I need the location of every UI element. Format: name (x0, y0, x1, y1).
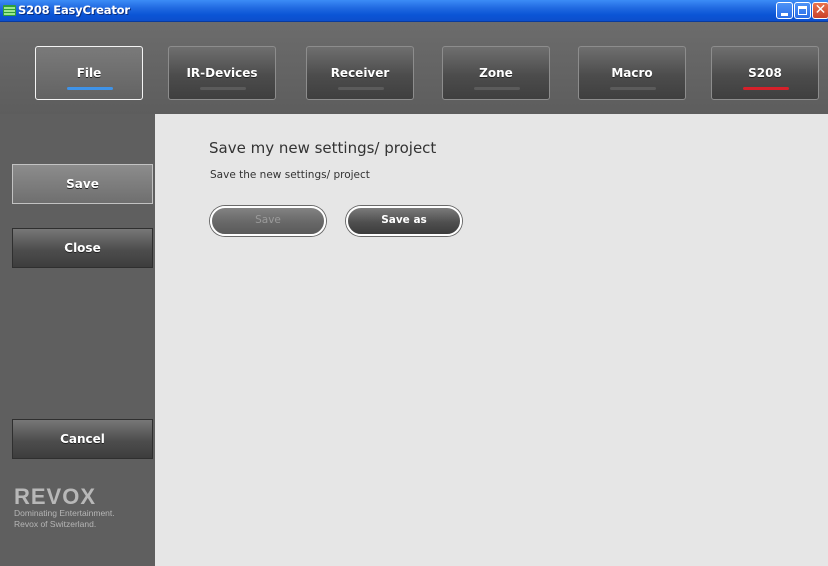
sidebar-item-cancel[interactable]: Cancel (12, 419, 153, 459)
sidebar-item-save[interactable]: Save (12, 164, 153, 204)
tab-ir-devices[interactable]: IR-Devices (168, 46, 276, 100)
tab-s208[interactable]: S208 (711, 46, 819, 100)
content-panel: Save my new settings/ project Save the n… (155, 114, 828, 566)
app-icon (3, 5, 16, 16)
tab-indicator (67, 87, 113, 90)
logo-tagline: Revox of Switzerland. (14, 519, 97, 529)
save-as-button-label: Save as (381, 214, 427, 226)
title-bar[interactable]: S208 EasyCreator ✕ (0, 0, 828, 22)
tab-label: IR-Devices (186, 66, 258, 80)
save-button-label: Save (255, 214, 281, 226)
logo-brand: REVOX (14, 484, 96, 508)
maximize-icon (798, 6, 807, 15)
save-as-button[interactable]: Save as (346, 206, 462, 236)
tab-label: Receiver (330, 66, 390, 80)
minimize-button[interactable] (776, 2, 793, 19)
page-subtitle: Save the new settings/ project (210, 169, 370, 181)
minimize-icon (781, 13, 788, 16)
main-tab-bar: File IR-Devices Receiver Zone Macro S208 (0, 22, 828, 114)
logo-tagline: Dominating Entertainment. (14, 508, 115, 518)
sidebar-item-label: Save (66, 177, 99, 191)
tab-indicator (743, 87, 789, 90)
window-title: S208 EasyCreator (18, 3, 130, 17)
close-window-button[interactable]: ✕ (812, 2, 828, 19)
revox-logo: REVOX Dominating Entertainment. Revox of… (14, 484, 144, 530)
revox-logo-mark: REVOX (14, 484, 96, 508)
tab-indicator (200, 87, 246, 90)
tab-zone[interactable]: Zone (442, 46, 550, 100)
tab-label: File (76, 66, 102, 80)
sidebar-item-close[interactable]: Close (12, 228, 153, 268)
tab-indicator (610, 87, 656, 90)
tab-receiver[interactable]: Receiver (306, 46, 414, 100)
tab-file[interactable]: File (35, 46, 143, 100)
tab-label: S208 (748, 66, 782, 80)
save-button[interactable]: Save (210, 206, 326, 236)
tab-indicator (474, 87, 520, 90)
tab-macro[interactable]: Macro (578, 46, 686, 100)
tab-label: Zone (479, 66, 513, 80)
tab-label: Macro (611, 66, 653, 80)
sidebar-item-label: Cancel (60, 432, 105, 446)
sidebar: Save Close Cancel REVOX Dominating Enter… (0, 114, 155, 566)
sidebar-item-label: Close (64, 241, 101, 255)
tab-indicator (338, 87, 384, 90)
page-title: Save my new settings/ project (209, 139, 437, 157)
close-icon: ✕ (814, 2, 827, 18)
maximize-button[interactable] (794, 2, 811, 19)
